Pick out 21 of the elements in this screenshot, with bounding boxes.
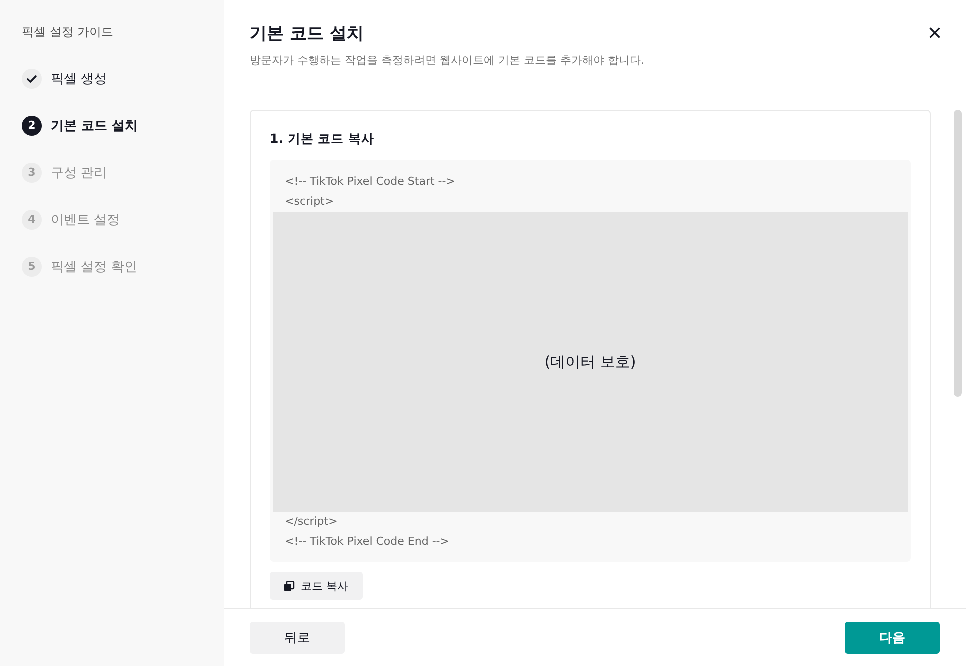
sidebar-title: 픽셀 설정 가이드 xyxy=(22,24,115,41)
code-line: <script> xyxy=(284,194,336,210)
code-line: <!-- TikTok Pixel Code Start --> xyxy=(284,174,456,190)
step-label[interactable]: 기본 코드 설치 xyxy=(51,116,138,134)
back-button[interactable]: 뒤로 xyxy=(250,622,345,654)
masked-area: (데이터 보호) xyxy=(273,212,908,512)
step-number: 5 xyxy=(22,256,42,276)
code-line: <!-- TikTok Pixel Code End --> xyxy=(284,534,450,550)
step-number: 4 xyxy=(22,210,42,230)
step-number: 3 xyxy=(22,162,42,182)
copy-code-button[interactable]: 코드 복사 xyxy=(270,572,362,600)
page-title: 기본 코드 설치 xyxy=(250,23,365,45)
section-title: 1. 기본 코드 복사 xyxy=(270,131,376,148)
copy-icon xyxy=(284,580,295,592)
page-subtitle: 방문자가 수행하는 작업을 측정하려면 웹사이트에 기본 코드를 추가해야 합니다. xyxy=(250,53,644,68)
close-button[interactable]: × xyxy=(928,22,942,46)
scrollbar[interactable] xyxy=(954,110,962,397)
step-number: 2 xyxy=(22,116,42,136)
step-label[interactable]: 픽셀 생성 xyxy=(51,70,108,88)
next-button[interactable]: 다음 xyxy=(845,622,940,654)
code-line: </script> xyxy=(284,514,339,530)
